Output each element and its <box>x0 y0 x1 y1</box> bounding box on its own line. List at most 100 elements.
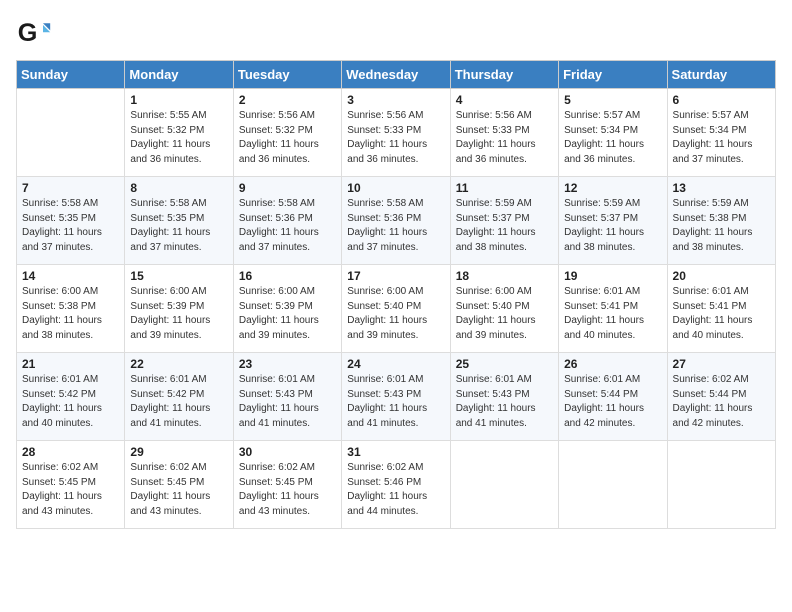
day-number: 2 <box>239 93 336 107</box>
day-info: Sunrise: 5:59 AM Sunset: 5:38 PM Dayligh… <box>673 197 770 255</box>
day-number: 30 <box>239 445 336 459</box>
day-number: 18 <box>456 269 553 283</box>
day-number: 17 <box>347 269 444 283</box>
day-info: Sunrise: 5:58 AM Sunset: 5:35 PM Dayligh… <box>130 197 227 255</box>
day-info: Sunrise: 6:01 AM Sunset: 5:43 PM Dayligh… <box>239 373 336 431</box>
page-header: G <box>16 16 776 52</box>
day-number: 6 <box>673 93 770 107</box>
day-info: Sunrise: 6:01 AM Sunset: 5:42 PM Dayligh… <box>22 373 119 431</box>
calendar-week-3: 14 Sunrise: 6:00 AM Sunset: 5:38 PM Dayli… <box>17 265 776 353</box>
column-header-wednesday: Wednesday <box>342 61 450 89</box>
day-info: Sunrise: 5:56 AM Sunset: 5:33 PM Dayligh… <box>347 109 444 167</box>
calendar-cell: 6 Sunrise: 5:57 AM Sunset: 5:34 PM Daylig… <box>667 89 775 177</box>
svg-text:G: G <box>18 19 38 47</box>
calendar-cell: 16 Sunrise: 6:00 AM Sunset: 5:39 PM Dayli… <box>233 265 341 353</box>
calendar-cell: 21 Sunrise: 6:01 AM Sunset: 5:42 PM Dayli… <box>17 353 125 441</box>
day-number: 31 <box>347 445 444 459</box>
day-info: Sunrise: 6:01 AM Sunset: 5:42 PM Dayligh… <box>130 373 227 431</box>
day-info: Sunrise: 5:59 AM Sunset: 5:37 PM Dayligh… <box>456 197 553 255</box>
day-number: 7 <box>22 181 119 195</box>
calendar-cell: 8Sunrise: 5:58 AM Sunset: 5:35 PM Daylig… <box>125 177 233 265</box>
column-header-tuesday: Tuesday <box>233 61 341 89</box>
day-info: Sunrise: 6:00 AM Sunset: 5:39 PM Dayligh… <box>239 285 336 343</box>
calendar-cell <box>17 89 125 177</box>
day-info: Sunrise: 6:02 AM Sunset: 5:45 PM Dayligh… <box>239 461 336 519</box>
column-header-monday: Monday <box>125 61 233 89</box>
calendar-table: SundayMondayTuesdayWednesdayThursdayFrid… <box>16 60 776 529</box>
calendar-cell: 9Sunrise: 5:58 AM Sunset: 5:36 PM Daylig… <box>233 177 341 265</box>
day-number: 28 <box>22 445 119 459</box>
day-number: 27 <box>673 357 770 371</box>
day-info: Sunrise: 5:55 AM Sunset: 5:32 PM Dayligh… <box>130 109 227 167</box>
day-number: 22 <box>130 357 227 371</box>
calendar-cell: 1 Sunrise: 5:55 AM Sunset: 5:32 PM Daylig… <box>125 89 233 177</box>
calendar-cell: 24 Sunrise: 6:01 AM Sunset: 5:43 PM Dayli… <box>342 353 450 441</box>
calendar-cell: 14 Sunrise: 6:00 AM Sunset: 5:38 PM Dayli… <box>17 265 125 353</box>
day-info: Sunrise: 6:01 AM Sunset: 5:44 PM Dayligh… <box>564 373 661 431</box>
calendar-week-5: 28 Sunrise: 6:02 AM Sunset: 5:45 PM Dayli… <box>17 441 776 529</box>
day-info: Sunrise: 6:01 AM Sunset: 5:43 PM Dayligh… <box>347 373 444 431</box>
calendar-week-1: 1 Sunrise: 5:55 AM Sunset: 5:32 PM Daylig… <box>17 89 776 177</box>
calendar-cell <box>667 441 775 529</box>
calendar-cell: 15Sunrise: 6:00 AM Sunset: 5:39 PM Dayli… <box>125 265 233 353</box>
day-number: 10 <box>347 181 444 195</box>
day-info: Sunrise: 6:00 AM Sunset: 5:39 PM Dayligh… <box>130 285 227 343</box>
calendar-week-4: 21 Sunrise: 6:01 AM Sunset: 5:42 PM Dayli… <box>17 353 776 441</box>
calendar-cell: 31 Sunrise: 6:02 AM Sunset: 5:46 PM Dayli… <box>342 441 450 529</box>
column-header-sunday: Sunday <box>17 61 125 89</box>
day-number: 16 <box>239 269 336 283</box>
day-number: 25 <box>456 357 553 371</box>
calendar-cell <box>450 441 558 529</box>
calendar-cell: 11 Sunrise: 5:59 AM Sunset: 5:37 PM Dayli… <box>450 177 558 265</box>
day-info: Sunrise: 5:57 AM Sunset: 5:34 PM Dayligh… <box>564 109 661 167</box>
calendar-cell: 5 Sunrise: 5:57 AM Sunset: 5:34 PM Daylig… <box>559 89 667 177</box>
calendar-cell: 30 Sunrise: 6:02 AM Sunset: 5:45 PM Dayli… <box>233 441 341 529</box>
calendar-cell: 26 Sunrise: 6:01 AM Sunset: 5:44 PM Dayli… <box>559 353 667 441</box>
day-number: 11 <box>456 181 553 195</box>
day-info: Sunrise: 5:57 AM Sunset: 5:34 PM Dayligh… <box>673 109 770 167</box>
logo-icon: G <box>16 16 52 52</box>
day-info: Sunrise: 5:58 AM Sunset: 5:36 PM Dayligh… <box>239 197 336 255</box>
calendar-cell: 17 Sunrise: 6:00 AM Sunset: 5:40 PM Dayli… <box>342 265 450 353</box>
day-info: Sunrise: 6:01 AM Sunset: 5:41 PM Dayligh… <box>564 285 661 343</box>
day-number: 14 <box>22 269 119 283</box>
day-info: Sunrise: 6:02 AM Sunset: 5:44 PM Dayligh… <box>673 373 770 431</box>
calendar-cell: 2Sunrise: 5:56 AM Sunset: 5:32 PM Daylig… <box>233 89 341 177</box>
day-info: Sunrise: 5:56 AM Sunset: 5:33 PM Dayligh… <box>456 109 553 167</box>
calendar-cell: 18Sunrise: 6:00 AM Sunset: 5:40 PM Dayli… <box>450 265 558 353</box>
day-number: 21 <box>22 357 119 371</box>
calendar-cell: 28 Sunrise: 6:02 AM Sunset: 5:45 PM Dayli… <box>17 441 125 529</box>
logo: G <box>16 16 56 52</box>
calendar-cell: 20Sunrise: 6:01 AM Sunset: 5:41 PM Dayli… <box>667 265 775 353</box>
column-header-saturday: Saturday <box>667 61 775 89</box>
calendar-body: 1 Sunrise: 5:55 AM Sunset: 5:32 PM Daylig… <box>17 89 776 529</box>
day-info: Sunrise: 6:01 AM Sunset: 5:41 PM Dayligh… <box>673 285 770 343</box>
day-number: 26 <box>564 357 661 371</box>
calendar-cell: 13Sunrise: 5:59 AM Sunset: 5:38 PM Dayli… <box>667 177 775 265</box>
day-number: 12 <box>564 181 661 195</box>
column-header-thursday: Thursday <box>450 61 558 89</box>
calendar-cell: 10Sunrise: 5:58 AM Sunset: 5:36 PM Dayli… <box>342 177 450 265</box>
calendar-cell <box>559 441 667 529</box>
day-number: 29 <box>130 445 227 459</box>
day-info: Sunrise: 6:00 AM Sunset: 5:40 PM Dayligh… <box>347 285 444 343</box>
calendar-cell: 23 Sunrise: 6:01 AM Sunset: 5:43 PM Dayli… <box>233 353 341 441</box>
day-info: Sunrise: 6:02 AM Sunset: 5:46 PM Dayligh… <box>347 461 444 519</box>
calendar-cell: 25 Sunrise: 6:01 AM Sunset: 5:43 PM Dayli… <box>450 353 558 441</box>
day-number: 1 <box>130 93 227 107</box>
day-info: Sunrise: 6:01 AM Sunset: 5:43 PM Dayligh… <box>456 373 553 431</box>
day-number: 4 <box>456 93 553 107</box>
day-number: 24 <box>347 357 444 371</box>
day-info: Sunrise: 6:00 AM Sunset: 5:38 PM Dayligh… <box>22 285 119 343</box>
calendar-cell: 22 Sunrise: 6:01 AM Sunset: 5:42 PM Dayli… <box>125 353 233 441</box>
day-info: Sunrise: 6:02 AM Sunset: 5:45 PM Dayligh… <box>22 461 119 519</box>
day-info: Sunrise: 5:59 AM Sunset: 5:37 PM Dayligh… <box>564 197 661 255</box>
day-number: 5 <box>564 93 661 107</box>
day-number: 23 <box>239 357 336 371</box>
calendar-header: SundayMondayTuesdayWednesdayThursdayFrid… <box>17 61 776 89</box>
calendar-cell: 29Sunrise: 6:02 AM Sunset: 5:45 PM Dayli… <box>125 441 233 529</box>
day-number: 3 <box>347 93 444 107</box>
calendar-cell: 19Sunrise: 6:01 AM Sunset: 5:41 PM Dayli… <box>559 265 667 353</box>
calendar-cell: 3 Sunrise: 5:56 AM Sunset: 5:33 PM Daylig… <box>342 89 450 177</box>
column-header-friday: Friday <box>559 61 667 89</box>
